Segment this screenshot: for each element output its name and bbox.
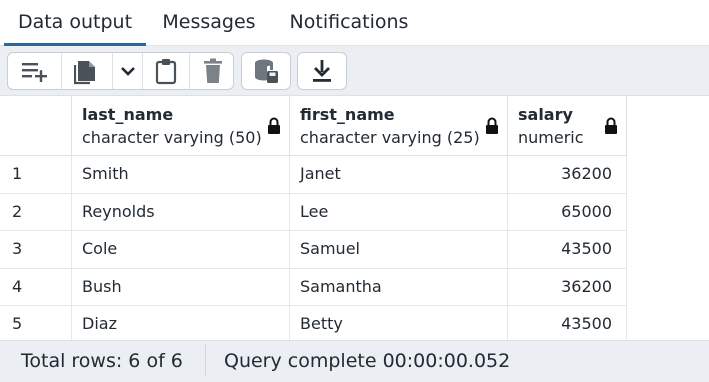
delete-icon <box>203 58 222 83</box>
cell-first-name[interactable]: Janet <box>290 156 508 193</box>
cell-last-name[interactable]: Reynolds <box>72 193 290 230</box>
download-group <box>297 52 347 90</box>
row-number[interactable]: 5 <box>0 306 72 340</box>
toolbar <box>0 46 709 96</box>
paste-icon <box>155 59 177 85</box>
grid-corner <box>0 96 72 156</box>
cell-last-name[interactable]: Cole <box>72 231 290 268</box>
tab-notifications[interactable]: Notifications <box>276 0 422 46</box>
cell-salary[interactable]: 36200 <box>508 268 627 305</box>
result-tabs: Data output Messages Notifications <box>0 0 709 46</box>
cell-last-name[interactable]: Smith <box>72 156 290 193</box>
column-name: last_name <box>82 105 174 124</box>
copy-icon <box>74 61 95 85</box>
table-row[interactable]: 2 Reynolds Lee 65000 <box>0 193 627 231</box>
paste-button[interactable] <box>142 53 189 89</box>
cell-salary[interactable]: 43500 <box>508 306 627 340</box>
row-number[interactable]: 2 <box>0 193 72 230</box>
copy-options-dropdown[interactable] <box>112 53 142 89</box>
download-icon <box>313 60 331 82</box>
cell-first-name[interactable]: Lee <box>290 193 508 230</box>
cell-last-name[interactable]: Diaz <box>72 306 290 340</box>
cell-salary[interactable]: 43500 <box>508 231 627 268</box>
column-header-first-name[interactable]: first_name character varying (25) <box>290 96 508 156</box>
save-data-icon <box>255 59 278 83</box>
column-type: character varying (25) <box>300 128 480 147</box>
column-type: character varying (50) <box>82 128 262 147</box>
column-type: numeric <box>518 128 584 147</box>
column-name: first_name <box>300 105 395 124</box>
column-header-salary[interactable]: salary numeric <box>508 96 627 156</box>
data-grid: last_name character varying (50) first_n… <box>0 96 709 340</box>
table-row[interactable]: 3 Cole Samuel 43500 <box>0 231 627 269</box>
tab-messages[interactable]: Messages <box>150 0 268 46</box>
status-divider <box>205 345 206 377</box>
cell-salary[interactable]: 36200 <box>508 156 627 193</box>
cell-first-name[interactable]: Samuel <box>290 231 508 268</box>
add-row-button[interactable] <box>8 53 61 89</box>
cell-first-name[interactable]: Samantha <box>290 268 508 305</box>
row-number[interactable]: 4 <box>0 268 72 305</box>
column-name: salary <box>518 105 573 124</box>
add-row-icon <box>21 63 47 82</box>
download-button[interactable] <box>298 53 346 89</box>
cell-salary[interactable]: 65000 <box>508 193 627 230</box>
delete-button[interactable] <box>189 53 233 89</box>
column-header-last-name[interactable]: last_name character varying (50) <box>72 96 290 156</box>
table-row[interactable]: 4 Bush Samantha 36200 <box>0 268 627 306</box>
lock-icon <box>486 117 498 134</box>
table-row[interactable]: 1 Smith Janet 36200 <box>0 156 627 194</box>
copy-button[interactable] <box>61 53 112 89</box>
chevron-down-icon <box>120 67 135 76</box>
cell-first-name[interactable]: Betty <box>290 306 508 340</box>
edit-button-group <box>7 52 234 90</box>
table-row[interactable]: 5 Diaz Betty 43500 <box>0 306 627 340</box>
save-group <box>241 52 291 90</box>
tab-data-output[interactable]: Data output <box>4 0 146 46</box>
row-number[interactable]: 1 <box>0 156 72 193</box>
cell-last-name[interactable]: Bush <box>72 268 290 305</box>
lock-icon <box>605 117 617 134</box>
lock-icon <box>268 117 280 134</box>
total-rows-status: Total rows: 6 of 6 <box>21 350 183 372</box>
status-bar: Total rows: 6 of 6 Query complete 00:00:… <box>0 340 709 382</box>
row-number[interactable]: 3 <box>0 231 72 268</box>
save-data-button[interactable] <box>242 53 290 89</box>
query-status: Query complete 00:00:00.052 <box>224 350 511 372</box>
